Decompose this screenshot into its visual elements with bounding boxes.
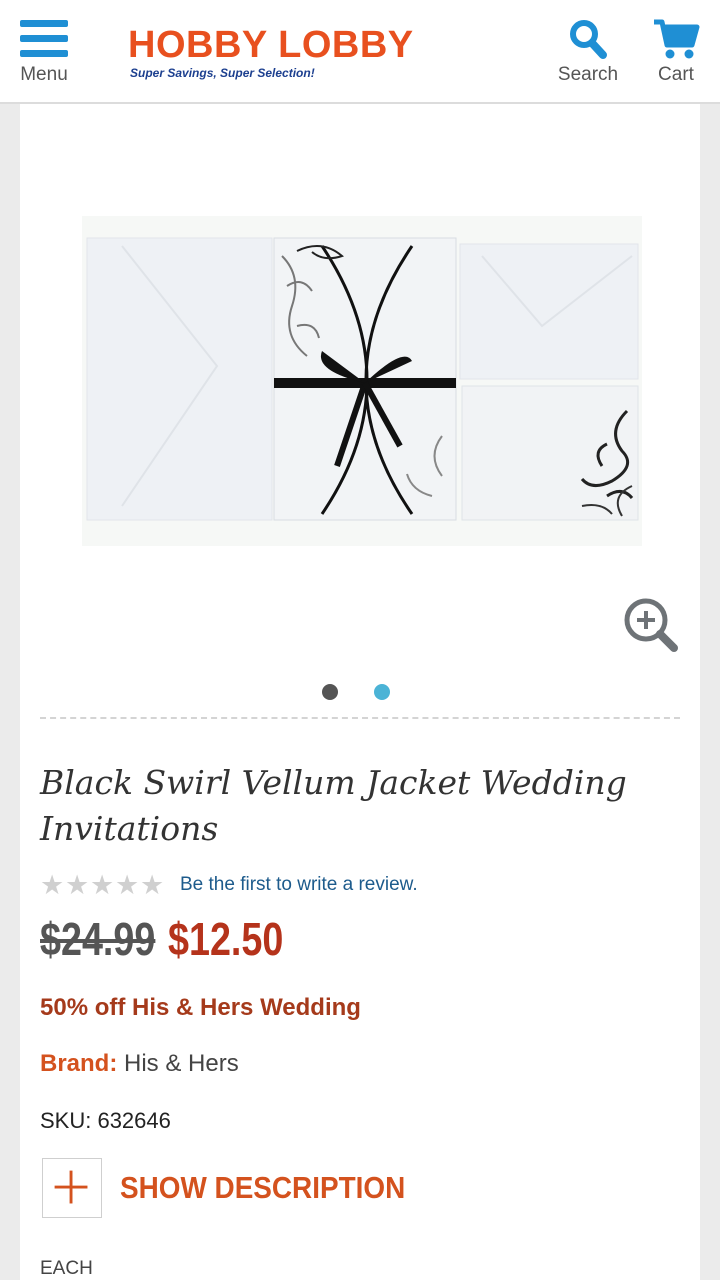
star-icon: ★ (115, 870, 140, 900)
gallery-dot-2[interactable] (374, 684, 390, 700)
zoom-in-icon[interactable] (622, 596, 682, 656)
brand-line: Brand: His & Hers (40, 1050, 239, 1078)
cart-button[interactable]: Cart (640, 14, 712, 92)
hobby-lobby-logo[interactable]: HOBBY LOBBY Super Savings, Super Selecti… (126, 20, 446, 86)
show-description-button[interactable] (42, 1158, 102, 1218)
star-icon: ★ (65, 870, 90, 900)
menu-label: Menu (20, 64, 68, 85)
cart-label: Cart (658, 64, 694, 85)
sku: SKU: 632646 (40, 1108, 171, 1133)
menu-button[interactable]: Menu (10, 14, 78, 92)
divider (40, 717, 680, 719)
rating-stars[interactable]: ★★★★★ (40, 870, 165, 900)
search-label: Search (557, 64, 619, 85)
plus-icon (54, 1170, 88, 1204)
hamburger-menu-icon (20, 20, 68, 58)
site-header: Menu HOBBY LOBBY Super Savings, Super Se… (0, 0, 720, 104)
star-icon: ★ (40, 870, 65, 900)
promo-text: 50% off His & Hers Wedding (40, 994, 361, 1021)
show-description-label[interactable]: SHOW DESCRIPTION (120, 1170, 405, 1206)
gallery-dot-1[interactable] (322, 684, 338, 700)
original-price: $24.99 (40, 913, 156, 965)
cart-icon (654, 19, 700, 59)
product-image[interactable] (82, 216, 642, 546)
search-button[interactable]: Search (550, 14, 626, 92)
sale-price: $12.50 (168, 913, 284, 965)
logo-tagline: Super Savings, Super Selection! (130, 66, 315, 80)
star-icon: ★ (140, 870, 165, 900)
brand-value: His & Hers (124, 1050, 239, 1077)
search-icon (570, 20, 607, 59)
star-icon: ★ (90, 870, 115, 900)
logo-text: HOBBY LOBBY (128, 24, 414, 66)
product-card: Black Swirl Vellum Jacket Wedding Invita… (20, 104, 700, 1280)
unit-label: EACH (40, 1258, 93, 1279)
write-review-link[interactable]: Be the first to write a review. (180, 874, 418, 896)
brand-label: Brand: (40, 1050, 118, 1077)
product-title: Black Swirl Vellum Jacket Wedding Invita… (40, 763, 627, 848)
